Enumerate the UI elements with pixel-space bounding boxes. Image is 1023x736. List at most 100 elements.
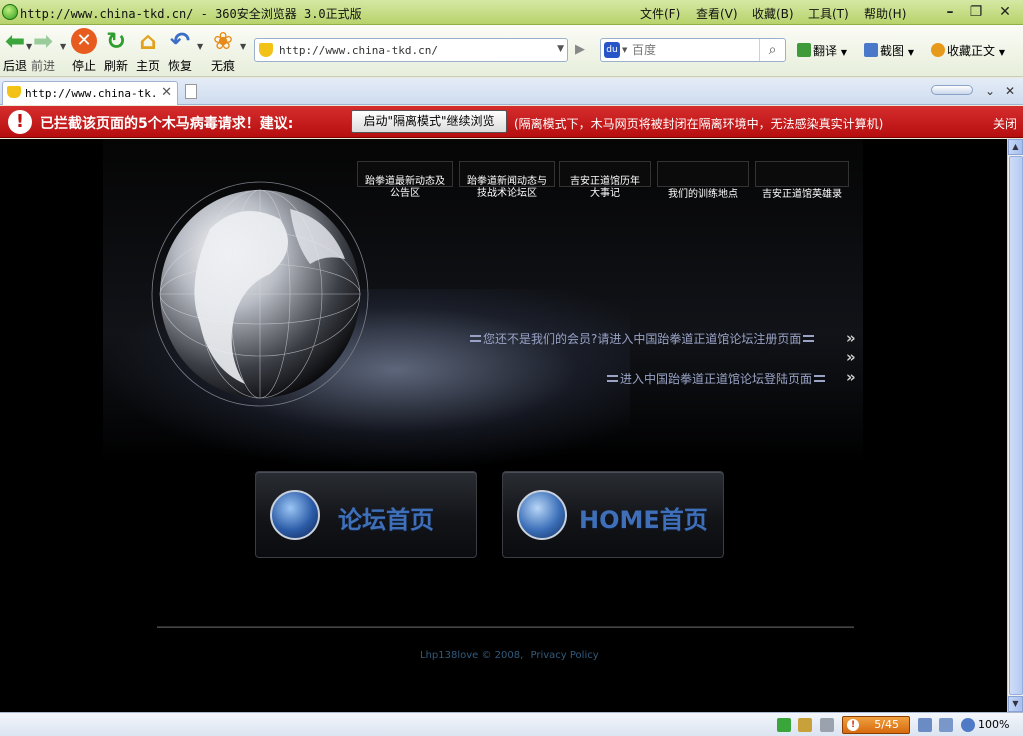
scrollbar-thumb[interactable] <box>1009 156 1023 695</box>
home-label: 主页 <box>135 59 160 73</box>
tab-tools: ⌄ ✕ <box>931 84 1015 98</box>
search-box: du ▼ ⌕ <box>600 38 786 62</box>
stop-label: 停止 <box>71 59 96 73</box>
nav-item-forum[interactable]: 跆拳道新闻动态与 技战术论坛区 <box>459 161 555 199</box>
bars-icon <box>803 335 815 342</box>
nav-item-training-line1: 我们的训练地点 <box>668 189 738 200</box>
warning-close-link[interactable]: 关闭 <box>993 115 1017 132</box>
search-input[interactable] <box>632 42 757 58</box>
bars-icon <box>470 335 481 342</box>
nav-item-news-line2: 公告区 <box>390 188 420 199</box>
incognito-dropdown-icon[interactable]: ▼ <box>240 42 246 51</box>
window-title: http://www.china-tkd.cn/ - 360安全浏览器 3.0正… <box>20 7 362 21</box>
nav-item-training-locations[interactable]: 我们的训练地点 <box>657 161 749 200</box>
screenshot-label: 截图 <box>880 44 905 58</box>
tab-bar: http://www.china-tk... ✕ ⌄ ✕ <box>0 78 1023 105</box>
copyright-text: Lhp138love © 2008, <box>420 650 524 661</box>
vertical-scrollbar[interactable]: ▲ ▼ <box>1007 139 1023 712</box>
window-icon[interactable] <box>918 718 932 732</box>
paw-icon: ❀ <box>212 27 234 55</box>
page-viewport: 跆拳道最新动态及 公告区 跆拳道新闻动态与 技战术论坛区 吉安正道馆历年 大事记… <box>0 139 1007 712</box>
menu-file[interactable]: 文件(F) <box>640 5 696 22</box>
zoom-level[interactable]: 100% <box>978 718 1009 731</box>
privacy-policy-link[interactable]: Privacy Policy <box>530 650 598 661</box>
nav-item-forum-line1: 跆拳道新闻动态与 <box>467 176 547 187</box>
volume-icon[interactable] <box>939 718 953 732</box>
stop-button[interactable]: ✕ 停止 <box>67 28 101 74</box>
download-icon[interactable] <box>798 718 812 732</box>
nav-item-history[interactable]: 吉安正道馆历年 大事记 <box>559 161 651 199</box>
restore-dropdown-icon[interactable]: ▼ <box>197 42 203 51</box>
screenshot-button[interactable]: 截图 ▼ <box>864 42 914 60</box>
favorites-text-button[interactable]: 收藏正文 ▼ <box>931 42 1005 60</box>
warning-icon: ! <box>8 110 32 134</box>
warning-description: (隔离模式下，木马网页将被封闭在隔离环境中，无法感染真实计算机) <box>514 117 884 131</box>
nav-item-heroes[interactable]: 吉安正道馆英雄录 <box>755 161 849 200</box>
close-window-button[interactable]: ✕ <box>994 3 1016 21</box>
tab-title: http://www.china-tk... <box>25 87 159 100</box>
refresh-button[interactable]: ↻ 刷新 <box>99 28 133 74</box>
tab-active[interactable]: http://www.china-tk... ✕ <box>2 81 178 105</box>
globe-image <box>151 181 369 407</box>
tab-favicon-icon <box>7 86 21 98</box>
back-arrow-icon: ⬅ <box>4 27 26 55</box>
zoom-icon[interactable] <box>961 718 975 732</box>
new-tab-icon[interactable] <box>185 84 197 99</box>
menu-help[interactable]: 帮助(H) <box>864 5 920 22</box>
register-link[interactable]: 您还不是我们的会员?请进入中国跆拳道正道馆论坛注册页面 <box>470 330 816 347</box>
undo-icon: ↶ <box>169 27 191 55</box>
scroll-up-icon[interactable]: ▲ <box>1008 139 1023 155</box>
refresh-label: 刷新 <box>103 59 128 73</box>
trash-icon[interactable] <box>820 718 834 732</box>
chevron-right-icon[interactable]: » <box>846 350 862 365</box>
close-all-tabs-icon[interactable]: ✕ <box>1005 84 1015 98</box>
nav-item-forum-line2: 技战术论坛区 <box>477 188 537 199</box>
baidu-engine-icon[interactable]: du <box>604 42 620 58</box>
menu-tools[interactable]: 工具(T) <box>808 5 864 22</box>
search-icon[interactable]: ⌕ <box>759 39 785 61</box>
nav-item-news[interactable]: 跆拳道最新动态及 公告区 <box>357 161 453 199</box>
refresh-globe-icon <box>517 490 567 540</box>
translate-label: 翻译 <box>813 44 838 58</box>
scroll-down-icon[interactable]: ▼ <box>1008 696 1023 712</box>
shield-status-icon[interactable] <box>777 718 791 732</box>
menu-bar: 文件(F) 查看(V) 收藏(B) 工具(T) 帮助(H) <box>640 5 920 22</box>
go-button[interactable]: ▶ <box>568 38 592 62</box>
forward-dropdown-icon[interactable]: ▼ <box>60 42 66 51</box>
home-icon: ⌂ <box>139 27 157 55</box>
address-input[interactable] <box>279 42 559 58</box>
tab-list-chevron-icon[interactable]: ⌄ <box>985 84 995 98</box>
chevron-right-icon[interactable]: » <box>846 370 862 385</box>
gear-icon <box>270 490 320 540</box>
blocked-count-badge[interactable]: ! 5/45 <box>842 716 910 734</box>
restore-tab-button[interactable]: ↶ 恢复 <box>163 28 197 74</box>
translate-icon <box>797 43 811 57</box>
favorites-text-label: 收藏正文 <box>947 44 996 58</box>
forward-button[interactable]: ➡ 前进 <box>26 28 60 74</box>
site-home-button[interactable]: HOME首页 <box>502 471 724 558</box>
engine-dropdown-icon[interactable]: ▼ <box>622 46 627 54</box>
home-button[interactable]: ⌂ 主页 <box>131 28 165 74</box>
restore-button[interactable]: ❐ <box>965 3 987 21</box>
menu-favorites[interactable]: 收藏(B) <box>752 5 808 22</box>
trojan-warning-bar: ! 已拦截该页面的5个木马病毒请求！建议: 启动"隔离模式"继续浏览 (隔离模式… <box>0 106 1023 138</box>
menu-view[interactable]: 查看(V) <box>696 5 752 22</box>
translate-button[interactable]: 翻译 ▼ <box>797 42 847 60</box>
tab-close-icon[interactable]: ✕ <box>161 85 172 100</box>
forum-home-button[interactable]: 论坛首页 <box>255 471 477 558</box>
nav-item-heroes-line1: 吉安正道馆英雄录 <box>762 189 842 200</box>
incognito-button[interactable]: ❀ 无痕 <box>206 28 240 74</box>
minimize-button[interactable]: – <box>939 3 961 21</box>
address-dropdown-icon[interactable]: ▼ <box>557 44 564 54</box>
tab-scroll-slider[interactable] <box>931 85 974 95</box>
stop-icon: ✕ <box>71 28 97 54</box>
restore-label: 恢复 <box>167 59 192 73</box>
incognito-label: 无痕 <box>210 59 235 73</box>
security-shield-icon <box>259 43 273 57</box>
blocked-count-text: 5/45 <box>874 718 899 731</box>
isolation-mode-button[interactable]: 启动"隔离模式"继续浏览 <box>351 110 507 133</box>
screenshot-icon <box>864 43 878 57</box>
chevron-right-icon[interactable]: » <box>846 331 862 346</box>
login-link[interactable]: 进入中国跆拳道正道馆论坛登陆页面 <box>607 370 827 387</box>
favorites-icon <box>931 43 945 57</box>
